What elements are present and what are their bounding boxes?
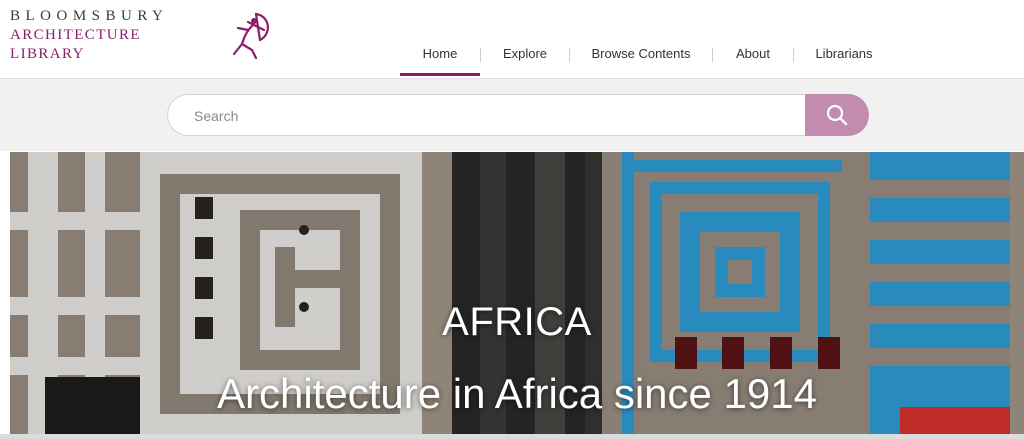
page-divider: [0, 434, 1024, 439]
nav-item-browse-contents[interactable]: Browse Contents: [570, 36, 712, 66]
brand-name-line2: ARCHITECTURE: [10, 27, 141, 43]
search-button[interactable]: [805, 94, 869, 136]
brand-name-line1: BLOOMSBURY: [10, 8, 169, 24]
nav-item-about[interactable]: About: [713, 36, 793, 66]
hero-subtitle: Architecture in Africa since 1914: [217, 370, 817, 417]
brand-logo[interactable]: BLOOMSBURY ARCHITECTURE LIBRARY: [10, 8, 280, 70]
nav-item-librarians[interactable]: Librarians: [794, 36, 894, 66]
nav-item-explore[interactable]: Explore: [481, 36, 569, 66]
brand-name-line3: LIBRARY: [10, 46, 85, 62]
nav-item-home[interactable]: Home: [400, 36, 480, 76]
search-box: [167, 94, 807, 137]
main-nav: Home Explore Browse Contents About Libra…: [400, 36, 894, 76]
search-input[interactable]: [192, 95, 796, 137]
hero-banner[interactable]: AFRICA Architecture in Africa since 1914: [10, 152, 1024, 434]
hero-title: AFRICA: [442, 300, 592, 344]
search-icon: [826, 104, 848, 126]
archer-logo-icon: [232, 12, 269, 60]
site-header: BLOOMSBURY ARCHITECTURE LIBRARY Home Exp…: [0, 0, 1024, 78]
search-bar: [0, 78, 1024, 151]
